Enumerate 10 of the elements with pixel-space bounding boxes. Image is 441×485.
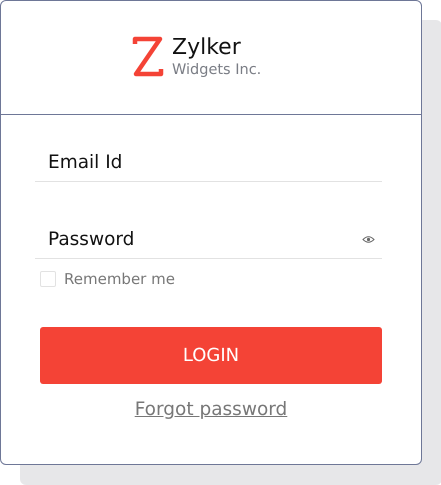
brand-name: Zylker — [172, 34, 242, 60]
logo-icon — [131, 36, 164, 78]
brand-subtitle: Widgets Inc. — [172, 60, 262, 78]
eye-icon[interactable] — [362, 235, 375, 244]
forgot-password-link[interactable]: Forgot password — [134, 399, 288, 420]
remember-checkbox[interactable] — [40, 271, 56, 287]
email-field[interactable]: Email Id — [35, 143, 382, 182]
password-field[interactable]: Password — [35, 220, 382, 259]
remember-label: Remember me — [64, 270, 175, 288]
login-button[interactable]: LOGIN — [40, 327, 382, 384]
